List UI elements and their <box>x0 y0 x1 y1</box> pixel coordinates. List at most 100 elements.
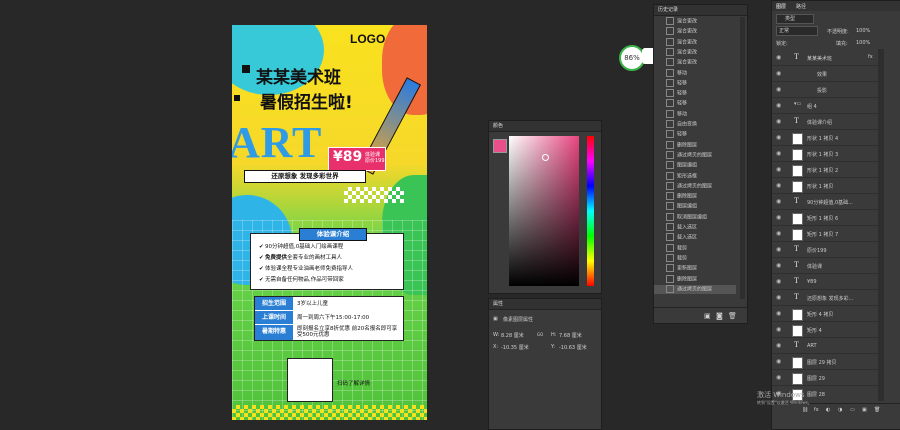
history-item[interactable]: 移动 <box>654 109 736 120</box>
trash-icon[interactable]: 🗑 <box>874 407 880 413</box>
folder-icon[interactable]: ▾▭ <box>794 101 801 107</box>
history-item[interactable]: 自由变换 <box>654 120 736 130</box>
fx-icon[interactable]: fx <box>814 407 819 413</box>
layer-row[interactable]: ◉ 形状 1 拷贝 3 <box>772 145 878 162</box>
history-item[interactable]: 混合更改 <box>654 17 736 27</box>
eye-icon[interactable]: ◉ <box>776 326 781 333</box>
new-layer-icon[interactable]: ▣ <box>862 407 867 413</box>
layer-row[interactable]: ◉ T 体验课 <box>772 257 878 274</box>
x-value[interactable]: -10.35 厘米 <box>501 344 529 351</box>
history-list[interactable]: 混合更改 混合更改 混合更改 混合更改 混合更改 移动 轻移 轻移 轻移 移动 自由变换 轻移 删除图层… <box>654 17 740 299</box>
layer-row[interactable]: ◉ T ART <box>772 337 878 354</box>
layer-kind-filter[interactable]: 类型 <box>776 14 814 24</box>
layer-row[interactable]: ◉ 图层 29 拷贝 <box>772 353 878 370</box>
layer-row[interactable]: ◉ 矩形 1 拷贝 6 <box>772 209 878 226</box>
eye-icon[interactable]: ◉ <box>776 102 781 109</box>
eye-icon[interactable]: ◉ <box>776 54 781 61</box>
history-item[interactable]: 通过拷贝的图层 <box>654 284 736 295</box>
layer-row[interactable]: ◉ T 体验课介绍 <box>772 113 878 130</box>
eye-icon[interactable]: ◉ <box>776 86 781 93</box>
layer-row[interactable]: ◉ 投影 <box>772 81 878 98</box>
layer-row[interactable]: ◉ 形状 1 拷贝 <box>772 177 878 194</box>
history-item[interactable]: 载入选区 <box>654 233 736 243</box>
tab-layers[interactable]: 图层 <box>776 3 786 10</box>
eye-icon[interactable]: ◉ <box>776 134 781 141</box>
layer-row[interactable]: ◉ ▾▭ 组 4 <box>772 97 878 114</box>
tab-paths[interactable]: 路径 <box>796 3 806 10</box>
history-item[interactable]: 混合更改 <box>654 27 736 37</box>
eye-icon[interactable]: ◉ <box>776 358 781 365</box>
layer-row[interactable]: ◉ T 原价199 <box>772 241 878 258</box>
fx-icon[interactable]: fx <box>868 54 873 60</box>
layer-row[interactable]: ◉ 形状 1 拷贝 4 <box>772 129 878 146</box>
layer-row[interactable]: ◉ 效果 <box>772 65 878 82</box>
hue-slider[interactable] <box>587 136 594 286</box>
history-item[interactable]: 通过拷贝的图层 <box>654 150 736 161</box>
color-picker-cursor[interactable] <box>542 154 549 161</box>
eye-icon[interactable]: ◉ <box>776 262 781 269</box>
history-item[interactable]: 混合更改 <box>654 47 736 58</box>
eye-icon[interactable]: ◉ <box>776 246 781 253</box>
history-item[interactable]: 通过拷贝的图层 <box>654 181 736 192</box>
blend-mode-select[interactable]: 正常 <box>776 26 818 36</box>
y-value[interactable]: -10.63 厘米 <box>559 344 587 351</box>
layer-row[interactable]: ◉ T 某某美术班 fx <box>772 49 878 66</box>
trash-icon[interactable]: 🗑 <box>728 312 737 320</box>
w-value[interactable]: 8.28 厘米 <box>501 332 524 339</box>
history-item[interactable]: 图层编组 <box>654 202 736 212</box>
history-item[interactable]: 删除图层 <box>654 192 736 202</box>
history-item[interactable]: 轻移 <box>654 89 736 99</box>
layers-list[interactable]: ◉ T 某某美术班 fx ◉ 效果 ◉ 投影 ◉ ▾▭ 组 4 ◉ T 体验课介绍 ◉ 形状 1 拷贝 4 ◉ 形… <box>772 49 878 401</box>
fill-value[interactable]: 100% <box>856 40 870 46</box>
history-item[interactable]: 裁剪 <box>654 243 736 254</box>
adjustment-icon[interactable]: ◑ <box>838 407 842 413</box>
eye-icon[interactable]: ◉ <box>776 342 781 349</box>
eye-icon[interactable]: ◉ <box>776 70 781 77</box>
link-proportions-button[interactable]: GO <box>537 332 543 337</box>
layer-row[interactable]: ◉ 矩形 4 拷贝 <box>772 305 878 322</box>
eye-icon[interactable]: ◉ <box>776 182 781 189</box>
layer-row[interactable]: ◉ 图层 29 <box>772 369 878 386</box>
folder-icon[interactable]: ▭ <box>850 407 855 413</box>
layer-row[interactable]: ◉ T 90分钟超值,0基础... <box>772 193 878 210</box>
foreground-color-swatch[interactable] <box>493 139 507 153</box>
eye-icon[interactable]: ◉ <box>776 214 781 221</box>
layers-scrollbar[interactable] <box>878 49 884 401</box>
history-item[interactable]: 删除图层 <box>654 274 736 285</box>
eye-icon[interactable]: ◉ <box>776 294 781 301</box>
opacity-value[interactable]: 100% <box>856 28 870 34</box>
history-item[interactable]: 裁剪 <box>654 253 736 264</box>
h-value[interactable]: 7.68 厘米 <box>559 332 582 339</box>
mask-icon[interactable]: ◐ <box>826 407 830 413</box>
history-item[interactable]: 轻移 <box>654 99 736 109</box>
history-item[interactable]: 混合更改 <box>654 37 736 48</box>
history-item[interactable]: 取消图层编组 <box>654 212 736 223</box>
history-item[interactable]: 移动 <box>654 68 736 79</box>
layer-row[interactable]: ◉ T ¥89 <box>772 273 878 290</box>
history-item[interactable]: 混合更改 <box>654 58 736 68</box>
eye-icon[interactable]: ◉ <box>776 278 781 285</box>
layer-row[interactable]: ◉ T 还原想象 发现多彩... <box>772 289 878 306</box>
history-item[interactable]: 矩形选框 <box>654 171 736 182</box>
eye-icon[interactable]: ◉ <box>776 374 781 381</box>
eye-icon[interactable]: ◉ <box>776 166 781 173</box>
camera-icon[interactable]: ◙ <box>716 312 723 320</box>
history-item[interactable]: 更新图层 <box>654 264 736 274</box>
poster-canvas[interactable]: LOGO 某某美术班 暑假招生啦! ART ¥89 体验课 原价199 还原想象 … <box>232 25 427 420</box>
history-item[interactable]: 载入选区 <box>654 223 736 233</box>
eye-icon[interactable]: ◉ <box>776 310 781 317</box>
eye-icon[interactable]: ◉ <box>776 230 781 237</box>
history-item[interactable]: 删除图层 <box>654 140 736 151</box>
eye-icon[interactable]: ◉ <box>776 118 781 125</box>
history-item[interactable]: 轻移 <box>654 78 736 89</box>
layer-row[interactable]: ◉ 形状 1 拷贝 2 <box>772 161 878 178</box>
layer-row[interactable]: ◉ 矩形 1 拷贝 7 <box>772 225 878 242</box>
eye-icon[interactable]: ◉ <box>776 198 781 205</box>
history-item[interactable]: 图层编组 <box>654 161 736 171</box>
new-document-icon[interactable]: ▣ <box>704 312 711 320</box>
link-icon[interactable]: ⛓ <box>802 407 808 413</box>
history-scrollbar[interactable] <box>740 17 745 299</box>
history-item[interactable]: 轻移 <box>654 130 736 140</box>
eye-icon[interactable]: ◉ <box>776 150 781 157</box>
layer-row[interactable]: ◉ 矩形 4 <box>772 321 878 338</box>
